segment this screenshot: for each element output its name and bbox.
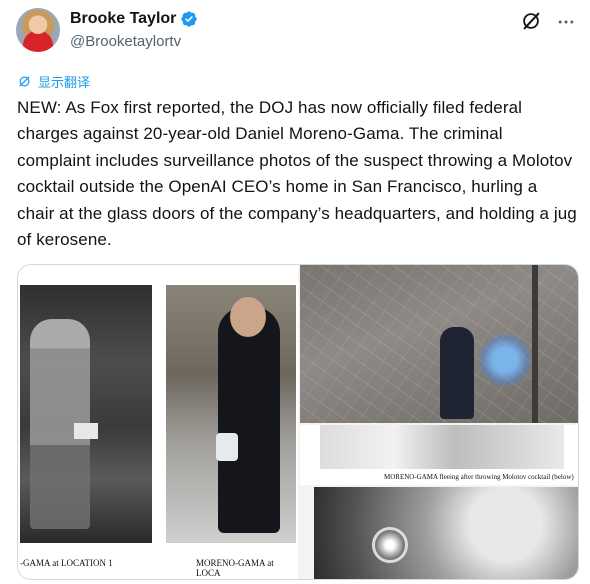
grok-icon[interactable] [520, 10, 542, 32]
name-row: Brooke Taylor [70, 10, 198, 28]
tweet-header: Brooke Taylor @Brooketaylortv [16, 6, 578, 56]
avatar[interactable] [16, 8, 60, 52]
surveillance-photo-1 [20, 285, 152, 543]
caption-fleeing: MORENO-GAMA fleeing after throwing Molot… [384, 473, 574, 481]
license-plate [74, 423, 98, 439]
suspect-figure [218, 307, 280, 533]
more-icon[interactable] [556, 12, 576, 32]
light-ring [372, 527, 408, 563]
pole [532, 265, 538, 423]
handle[interactable]: @Brooketaylortv [70, 33, 181, 50]
surveillance-photo-2 [166, 285, 296, 543]
surveillance-photo-3 [300, 265, 578, 423]
display-name[interactable]: Brooke Taylor [70, 10, 176, 28]
translate-link[interactable]: 显示翻译 [17, 72, 90, 91]
surveillance-panel-left: -GAMA at LOCATION 1 MORENO-GAMA at LOCA [18, 265, 298, 579]
media-image[interactable]: -GAMA at LOCATION 1 MORENO-GAMA at LOCA … [17, 264, 579, 580]
surveillance-photo-4: MORENO-GAMA fleeing after throwing Molot… [300, 425, 578, 485]
verified-badge-icon [181, 11, 198, 27]
surveillance-strip [320, 425, 564, 469]
translate-icon [19, 76, 30, 87]
fire-glow [476, 333, 534, 387]
translate-label: 显示翻译 [38, 75, 91, 90]
suspect-face [230, 297, 266, 337]
surveillance-photo-5 [314, 487, 578, 579]
kerosene-jug [216, 433, 238, 461]
tweet-text: NEW: As Fox first reported, the DOJ has … [17, 98, 577, 250]
suspect-figure [440, 327, 474, 419]
caption-location-1: -GAMA at LOCATION 1 [20, 558, 113, 568]
caption-location-2: MORENO-GAMA at LOCA [196, 558, 274, 578]
